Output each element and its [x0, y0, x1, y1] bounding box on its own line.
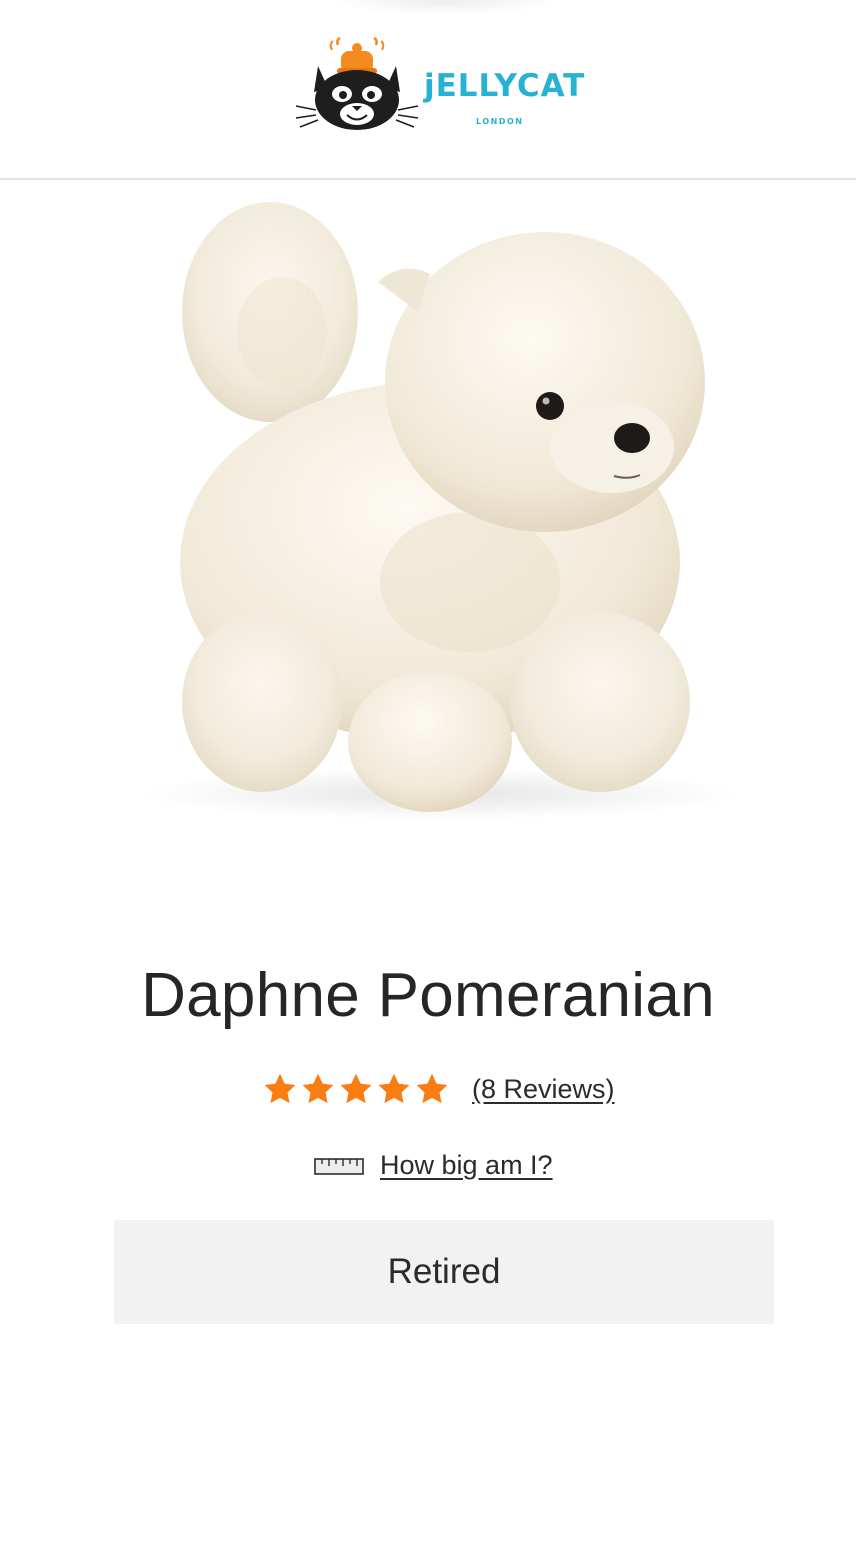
star-icon: [300, 1071, 336, 1107]
header-shadow: [330, 0, 560, 14]
size-guide-label: How big am I?: [380, 1150, 553, 1180]
product-image: [0, 182, 856, 882]
brand-logo-link[interactable]: jELLYCAT LONDON: [294, 36, 594, 132]
brand-wordmark: jELLYCAT: [424, 68, 586, 104]
star-icon: [414, 1071, 450, 1107]
reviews-link[interactable]: (8 Reviews): [472, 1074, 615, 1105]
cat-face-icon: [295, 36, 419, 130]
product-status: Retired: [114, 1220, 774, 1324]
star-icon: [262, 1071, 298, 1107]
product-rating: (8 Reviews): [262, 1068, 615, 1110]
star-icon: [338, 1071, 374, 1107]
product-page: jELLYCAT LONDON Daphne Pomeranian (8 Rev…: [0, 0, 856, 1555]
site-header: jELLYCAT LONDON: [0, 0, 856, 180]
star-rating: [262, 1071, 450, 1107]
brand-location: LONDON: [476, 117, 524, 126]
product-title: Daphne Pomeranian: [141, 961, 715, 1030]
star-icon: [376, 1071, 412, 1107]
plush-dog-image: [140, 202, 740, 820]
size-guide-link[interactable]: How big am I?: [314, 1150, 553, 1181]
ruler-icon: [314, 1156, 364, 1176]
